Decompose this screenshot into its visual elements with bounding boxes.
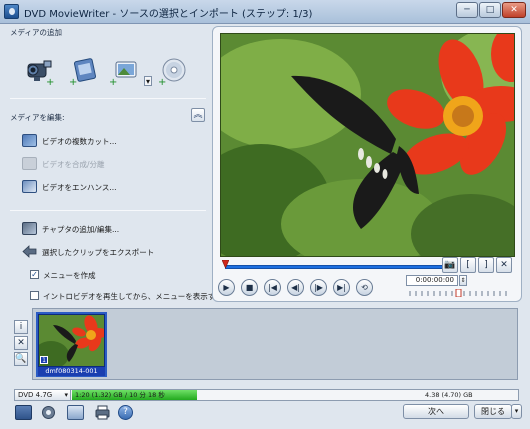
disc-template-icon[interactable] <box>67 405 84 420</box>
disc-import-icon[interactable]: + <box>156 56 190 88</box>
project-settings-icon[interactable] <box>15 405 32 420</box>
enhance-item[interactable]: ビデオをエンハンス... <box>22 180 192 194</box>
info-button[interactable]: i <box>14 320 28 334</box>
import-dropdown[interactable]: ▾ <box>144 76 152 86</box>
enhance-icon <box>22 180 37 193</box>
chevron-down-icon: ▾ <box>64 391 68 399</box>
clip-side-tools: i ✕ 🔍 <box>14 320 28 368</box>
zoom-button[interactable]: 🔍 <box>14 352 28 366</box>
add-chapters-item[interactable]: チャプタの追加/編集... <box>22 222 202 236</box>
merge-split-label: ビデオを合成/分離 <box>42 160 105 169</box>
timeline-scrubber[interactable] <box>225 265 443 269</box>
close-dropdown[interactable]: ▾ <box>511 404 522 419</box>
multi-trim-item[interactable]: ビデオの複数カット... <box>22 134 192 148</box>
intro-video-checkbox[interactable] <box>30 291 39 300</box>
enhance-label: ビデオをエンハンス... <box>42 183 117 192</box>
intro-video-label: イントロビデオを再生してから、メニューを表示する <box>43 292 223 301</box>
close-button[interactable]: 閉じる <box>474 404 512 419</box>
chapter-icon <box>22 222 37 235</box>
disc-used-label: 1:20 (1.32) GB / 10 分 18 秒 <box>75 391 165 399</box>
create-menu-checkbox[interactable]: ✓ <box>30 270 39 279</box>
svg-text:+: + <box>158 77 166 86</box>
mark-out-button[interactable]: ] <box>478 257 494 273</box>
go-to-end-button[interactable]: ▶| <box>333 279 350 296</box>
app-icon <box>4 4 19 19</box>
import-photo-icon[interactable]: + <box>108 56 142 88</box>
minimize-button[interactable]: ─ <box>456 2 478 18</box>
video-preview[interactable] <box>220 33 515 257</box>
close-window-button[interactable]: ✕ <box>502 2 526 18</box>
create-menu-label: メニューを作成 <box>43 271 96 280</box>
export-arrow-icon <box>22 245 37 258</box>
export-clip-item[interactable]: 選択したクリップをエクスポート <box>22 245 202 259</box>
multi-trim-label: ビデオの複数カット... <box>42 137 117 146</box>
scrubber-handle[interactable] <box>221 259 230 269</box>
add-chapters-label: チャプタの追加/編集... <box>42 225 120 234</box>
preview-panel: 📷 [ ] ✕ 0:00:00:00 ⇕ ▶ ■ |◀ ◀| |▶ ▶| ⟲ <box>212 26 522 302</box>
stop-button[interactable]: ■ <box>241 279 258 296</box>
merge-split-item: ビデオを合成/分離 <box>22 157 192 171</box>
title-bar: DVD MovieWriter - ソースの選択とインポート (ステップ: 1/… <box>0 0 530 24</box>
maximize-button[interactable]: □ <box>479 2 501 18</box>
merge-split-icon <box>22 157 37 170</box>
previous-frame-button[interactable]: ◀| <box>287 279 304 296</box>
disc-type-select[interactable]: DVD 4.7G ▾ <box>15 390 71 400</box>
jog-slider[interactable] <box>408 288 512 298</box>
clip-label: dmf080314-001 <box>38 367 105 376</box>
play-button[interactable]: ▶ <box>218 279 235 296</box>
repeat-button[interactable]: ⟲ <box>356 279 373 296</box>
window-title: DVD MovieWriter - ソースの選択とインポート (ステップ: 1/… <box>24 9 313 20</box>
timecode-spinner[interactable]: ⇕ <box>459 275 467 286</box>
snapshot-button[interactable]: 📷 <box>442 257 458 273</box>
add-media-heading: メディアの追加 <box>10 28 62 37</box>
divider <box>10 210 206 211</box>
print-icon[interactable] <box>94 405 111 420</box>
clip-thumbnail <box>39 315 104 366</box>
next-frame-button[interactable]: |▶ <box>310 279 327 296</box>
next-button[interactable]: 次へ <box>403 404 469 419</box>
clip-item[interactable]: 1 dmf080314-001 <box>36 312 107 377</box>
go-to-start-button[interactable]: |◀ <box>264 279 281 296</box>
collapse-button[interactable]: ︽ <box>191 108 205 122</box>
camcorder-icon[interactable]: + <box>22 56 56 88</box>
gear-icon[interactable] <box>40 405 57 420</box>
disc-total-label: 4.38 (4.70) GB <box>425 391 473 399</box>
export-clip-label: 選択したクリップをエクスポート <box>42 248 155 257</box>
edit-media-heading: メディアを編集: <box>10 113 65 122</box>
clip-index-badge: 1 <box>40 356 48 364</box>
disc-type-value: DVD 4.7G <box>18 391 53 399</box>
left-panel: メディアの追加 + + + ▾ + メディアを編集: ︽ ビデオの複数カット..… <box>10 26 223 308</box>
timecode-display[interactable]: 0:00:00:00 <box>406 275 458 286</box>
delete-mark-button[interactable]: ✕ <box>496 257 512 273</box>
multi-trim-icon <box>22 134 37 147</box>
svg-text:+: + <box>69 77 77 86</box>
help-icon[interactable]: ? <box>118 405 133 420</box>
remove-clip-button[interactable]: ✕ <box>14 336 28 350</box>
svg-text:+: + <box>109 77 117 86</box>
disc-usage-bar: DVD 4.7G ▾ 1:20 (1.32) GB / 10 分 18 秒 4.… <box>14 389 519 401</box>
divider <box>10 98 206 99</box>
mark-in-button[interactable]: [ <box>460 257 476 273</box>
import-video-icon[interactable]: + <box>68 56 102 88</box>
svg-text:+: + <box>46 77 54 86</box>
media-tray: 1 dmf080314-001 <box>32 308 518 380</box>
